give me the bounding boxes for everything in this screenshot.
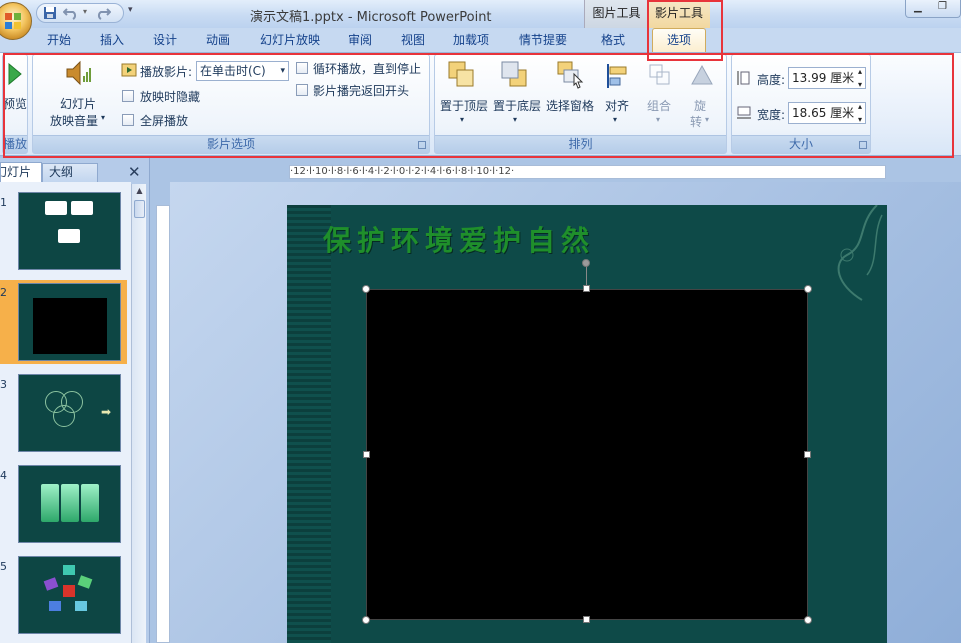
redo-icon[interactable]	[95, 6, 111, 20]
slide-thumbnail-4[interactable]	[18, 465, 121, 543]
tab-slideshow[interactable]: 幻灯片放映	[260, 31, 320, 48]
save-icon[interactable]	[43, 6, 57, 20]
scroll-thumb[interactable]	[134, 200, 145, 218]
window-title: 演示文稿1.pptx - Microsoft PowerPoint	[250, 10, 492, 25]
tab-outline-label: 大纲	[49, 165, 74, 179]
tab-home[interactable]: 开始	[47, 31, 71, 48]
thumb-shape	[58, 229, 80, 243]
tab-format[interactable]: 格式	[601, 31, 625, 48]
window-controls: ▁ ❐	[905, 0, 961, 18]
restore-icon[interactable]: ❐	[938, 1, 947, 12]
panel-scrollbar[interactable]: ▲	[131, 184, 146, 643]
thumb-shape	[63, 565, 75, 575]
resize-handle-s[interactable]	[583, 616, 590, 623]
thumb-movie	[33, 298, 107, 354]
context-tab-picture-tools: 图片工具	[584, 0, 648, 28]
tab-storyboard[interactable]: 情节提要	[519, 31, 567, 48]
slide-thumbnail-1[interactable]	[18, 192, 121, 270]
tab-addins[interactable]: 加载项	[453, 31, 489, 48]
resize-handle-w[interactable]	[363, 451, 370, 458]
thumb-shape	[63, 585, 75, 597]
slide-number: 1	[0, 196, 7, 209]
movie-object[interactable]	[366, 289, 808, 620]
customize-qat-icon[interactable]: ▾	[128, 5, 133, 15]
undo-dropdown-icon[interactable]: ▾	[83, 7, 87, 16]
tab-insert[interactable]: 插入	[100, 31, 124, 48]
slide-thumbnail-2[interactable]	[18, 283, 121, 361]
tab-animations[interactable]: 动画	[206, 31, 230, 48]
tab-design[interactable]: 设计	[153, 31, 177, 48]
tab-slides-label: 幻灯片	[1, 165, 32, 179]
slide-thumbnail-5[interactable]	[18, 556, 121, 634]
slide-number: 3	[0, 378, 7, 391]
highlight-box-ribbon	[3, 53, 954, 158]
slide-number: 2	[0, 286, 7, 299]
highlight-box-movie-tools	[647, 0, 723, 61]
slide-number: 4	[0, 469, 7, 482]
thumb-shape	[71, 201, 93, 215]
decorative-flourish-icon	[837, 205, 883, 301]
tab-outline[interactable]: 大纲	[42, 163, 98, 182]
thumb-shape	[49, 601, 61, 611]
resize-handle-n[interactable]	[583, 285, 590, 292]
slide-number: 5	[0, 560, 7, 573]
slide-decorative-band	[287, 205, 331, 643]
vertical-ruler	[156, 205, 170, 643]
resize-handle-se[interactable]	[804, 616, 812, 624]
resize-handle-sw[interactable]	[362, 616, 370, 624]
thumb-shape	[43, 577, 59, 591]
thumb-shape	[53, 405, 75, 427]
tab-review[interactable]: 审阅	[348, 31, 372, 48]
slide-thumbnail-3[interactable]: ➡	[18, 374, 121, 452]
undo-icon[interactable]	[63, 6, 79, 20]
close-panel-icon[interactable]: ✕	[128, 163, 141, 181]
office-logo-icon	[5, 13, 21, 29]
thumb-shape	[77, 575, 93, 589]
thumb-shape	[45, 201, 67, 215]
tab-view[interactable]: 视图	[401, 31, 425, 48]
rotation-handle[interactable]	[582, 259, 590, 267]
arrow-right-icon: ➡	[101, 405, 112, 419]
thumb-shape	[81, 484, 99, 522]
resize-handle-e[interactable]	[804, 451, 811, 458]
resize-handle-nw[interactable]	[362, 285, 370, 293]
scroll-up-icon[interactable]: ▲	[134, 186, 145, 196]
slide-title[interactable]: 保护环境爱护自然	[323, 219, 595, 259]
thumb-shape	[41, 484, 59, 522]
tab-slides[interactable]: 幻灯片	[0, 162, 42, 182]
thumb-shape	[61, 484, 79, 522]
horizontal-ruler: ·12·l·10·l·8·l·6·l·4·l·2·l·0·l·2·l·4·l·6…	[289, 165, 886, 179]
thumb-shape	[75, 601, 87, 611]
minimize-icon[interactable]: ▁	[914, 2, 922, 13]
quick-access-toolbar: ▾	[36, 3, 124, 23]
resize-handle-ne[interactable]	[804, 285, 812, 293]
